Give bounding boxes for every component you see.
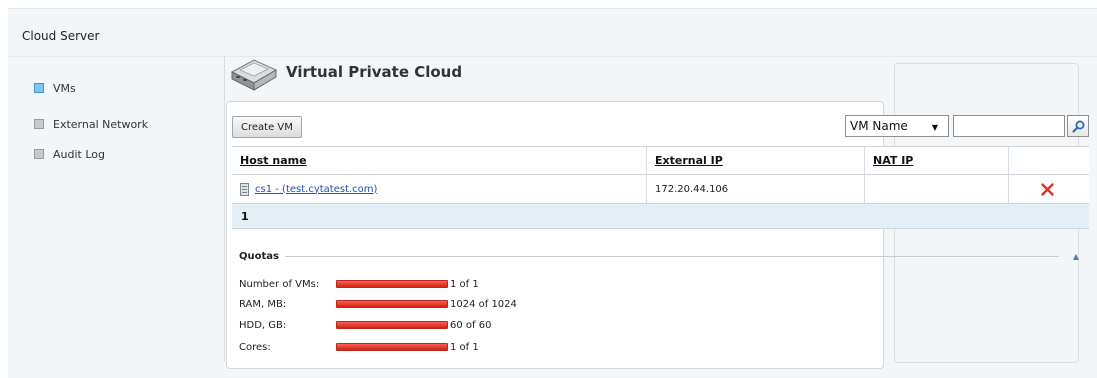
filter-field-select[interactable]: VM Name ▼ <box>845 115 949 137</box>
table-row: cs1 - (test.cytatest.com) 172.20.44.106 <box>232 175 1089 204</box>
sidebar-item-label: VMs <box>53 81 76 95</box>
sidebar-item-label: External Network <box>53 117 149 131</box>
server-icon <box>230 59 278 91</box>
quota-row-hdd: HDD, GB: 60 of 60 <box>239 318 491 332</box>
delete-x-icon[interactable] <box>1041 182 1054 196</box>
server-small-icon <box>240 182 249 196</box>
column-header-host-name[interactable]: Host name <box>232 147 646 174</box>
column-label: External IP <box>655 154 723 167</box>
sidebar-item-external-network[interactable]: External Network <box>34 116 148 132</box>
nat-ip-cell <box>864 175 1008 203</box>
audit-log-square-icon <box>34 149 44 159</box>
external-network-square-icon <box>34 119 44 129</box>
sidebar: VMs External Network Audit Log <box>8 56 224 378</box>
quota-progress-bar <box>336 343 448 351</box>
quota-label: Cores: <box>239 341 271 353</box>
app-title: Cloud Server <box>22 29 100 43</box>
pagination: 1 <box>232 204 1089 229</box>
quota-progress-bar <box>336 280 448 288</box>
column-header-external-ip[interactable]: External IP <box>646 147 864 174</box>
quota-label: Number of VMs: <box>239 278 320 290</box>
collapse-arrow-icon[interactable]: ▲ <box>1073 252 1079 261</box>
quota-value: 1 of 1 <box>450 341 479 353</box>
quota-row-ram: RAM, MB: 1024 of 1024 <box>239 297 517 311</box>
sidebar-divider <box>224 56 225 362</box>
quota-progress-fill <box>337 322 447 328</box>
quota-row-vms: Number of VMs: 1 of 1 <box>239 277 479 291</box>
column-label: Host name <box>240 154 307 167</box>
search-input[interactable] <box>953 115 1065 137</box>
quota-value: 60 of 60 <box>450 319 492 331</box>
column-label: NAT IP <box>873 154 914 167</box>
quota-progress-fill <box>337 281 447 287</box>
actions-cell <box>1008 175 1089 203</box>
filter-selected-value: VM Name <box>850 119 908 133</box>
host-cell: cs1 - (test.cytatest.com) <box>232 175 646 203</box>
quota-label: RAM, MB: <box>239 298 287 310</box>
column-header-nat-ip[interactable]: NAT IP <box>864 147 1008 174</box>
quotas-divider <box>284 256 1059 257</box>
page-header: Virtual Private Cloud <box>226 52 462 92</box>
quota-progress-bar <box>336 300 448 308</box>
quota-progress-fill <box>337 344 447 350</box>
page-title: Virtual Private Cloud <box>286 63 463 81</box>
quota-progress-bar <box>336 321 448 329</box>
quota-value: 1024 of 1024 <box>450 298 517 310</box>
sidebar-item-vms[interactable]: VMs <box>34 80 76 96</box>
sidebar-item-label: Audit Log <box>53 147 105 161</box>
quota-value: 1 of 1 <box>450 278 479 290</box>
table-header: Host name External IP NAT IP <box>232 146 1089 175</box>
search-icon <box>1071 120 1084 133</box>
create-vm-button[interactable]: Create VM <box>232 116 302 138</box>
external-ip-cell: 172.20.44.106 <box>646 175 864 203</box>
quotas-header: Quotas ▲ <box>239 251 1079 262</box>
quotas-title: Quotas <box>239 251 279 262</box>
page-number[interactable]: 1 <box>241 210 249 223</box>
host-name-link[interactable]: cs1 - (test.cytatest.com) <box>255 184 377 195</box>
quota-row-cores: Cores: 1 of 1 <box>239 340 479 354</box>
dropdown-caret-icon: ▼ <box>931 123 938 132</box>
quota-label: HDD, GB: <box>239 319 287 331</box>
column-header-actions <box>1008 147 1089 174</box>
vms-square-icon <box>34 83 44 93</box>
external-ip-value: 172.20.44.106 <box>655 183 729 195</box>
sidebar-item-audit-log[interactable]: Audit Log <box>34 146 105 162</box>
search-button[interactable] <box>1067 115 1089 137</box>
quota-progress-fill <box>337 301 447 307</box>
